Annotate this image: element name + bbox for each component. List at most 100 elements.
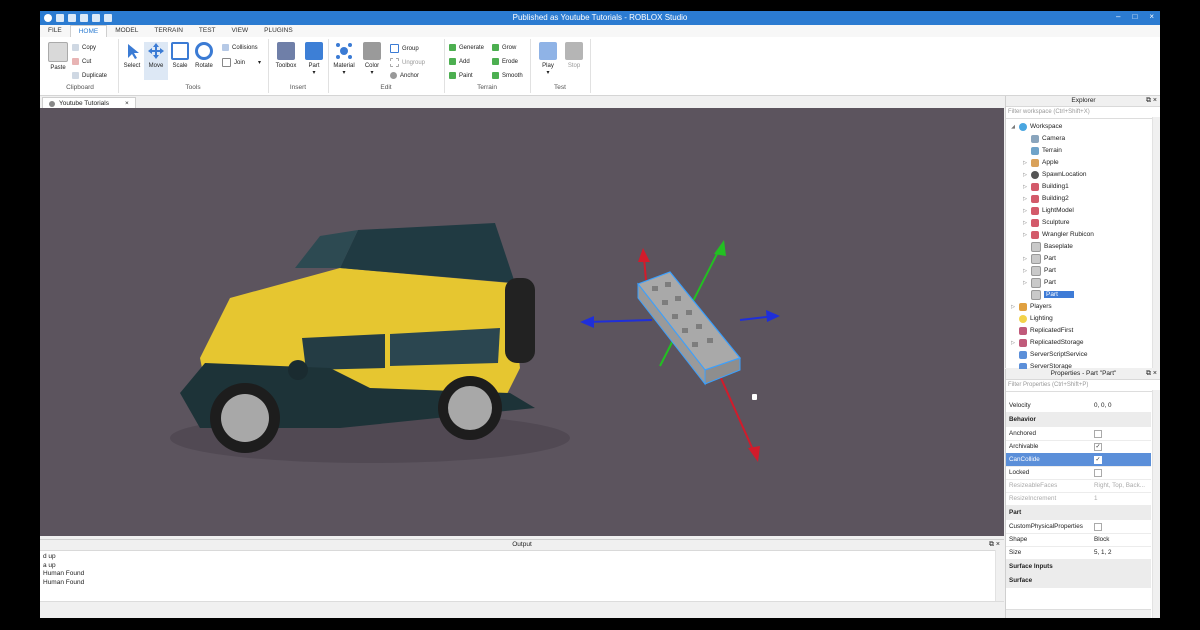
tab-terrain[interactable]: TERRAIN [146, 25, 191, 37]
expand-arrow-icon[interactable]: ▷ [1010, 340, 1016, 346]
expand-arrow-icon[interactable]: ▷ [1022, 196, 1028, 202]
expand-arrow-icon[interactable]: ▷ [1022, 256, 1028, 262]
stop-button[interactable]: Stop [562, 42, 586, 69]
tree-item-apple[interactable]: ▷ Apple [1022, 157, 1059, 168]
output-scrollbar[interactable] [995, 550, 1004, 602]
jeep-model[interactable] [180, 223, 535, 453]
group-button[interactable]: Group [390, 44, 419, 53]
properties-filter-input[interactable]: Filter Properties (Ctrl+Shift+P) [1006, 380, 1160, 392]
toolbox-button[interactable]: Toolbox [274, 42, 298, 69]
property-category-part[interactable]: Part [1006, 506, 1151, 520]
minimize-icon[interactable]: – [1116, 12, 1120, 21]
collapse-arrow-icon[interactable]: ◢ [1010, 124, 1016, 130]
tab-file[interactable]: FILE [40, 25, 70, 37]
command-bar[interactable] [40, 601, 1004, 618]
expand-arrow-icon[interactable]: ▷ [1022, 208, 1028, 214]
join-dropdown-icon[interactable]: ▾ [258, 59, 261, 66]
property-row-velocity[interactable]: Velocity 0, 0, 0 [1006, 399, 1151, 413]
customphysicalproperties-checkbox[interactable] [1094, 523, 1102, 531]
part-button[interactable]: Part ▾ [302, 42, 326, 76]
tab-view[interactable]: VIEW [224, 25, 257, 37]
explorer-filter-input[interactable]: Filter workspace (Ctrl+Shift+X) [1006, 107, 1160, 119]
tab-test[interactable]: TEST [191, 25, 224, 37]
tree-item-serverscriptservice[interactable]: ServerScriptService [1010, 349, 1087, 360]
play-button[interactable]: Play ▾ [536, 42, 560, 76]
play-dropdown-icon[interactable]: ▾ [536, 69, 560, 76]
tab-home[interactable]: HOME [69, 25, 108, 37]
tree-item-players[interactable]: ▷ Players [1010, 301, 1052, 312]
tree-item-part-selected[interactable]: Part [1022, 289, 1074, 300]
tree-item-part[interactable]: ▷ Part [1022, 265, 1056, 276]
tree-item-spawnlocation[interactable]: ▷ SpawnLocation [1022, 169, 1086, 180]
color-dropdown-icon[interactable]: ▾ [360, 69, 384, 76]
pin-icon[interactable]: ⧉ [989, 541, 994, 548]
archivable-checkbox[interactable]: ✓ [1094, 443, 1102, 451]
tree-item-workspace[interactable]: ◢ Workspace [1010, 121, 1062, 132]
material-button[interactable]: Material ▾ [332, 42, 356, 76]
tree-item-lighting[interactable]: Lighting [1010, 313, 1053, 324]
move-button[interactable]: Move [144, 42, 168, 80]
property-row-shape[interactable]: Shape Block [1006, 533, 1151, 547]
property-row-cancollide[interactable]: CanCollide ✓ [1006, 453, 1151, 467]
expand-arrow-icon[interactable]: ▷ [1022, 268, 1028, 274]
copy-button[interactable]: Copy [72, 44, 96, 51]
property-category-surface-inputs[interactable]: Surface Inputs [1006, 560, 1151, 574]
property-category-behavior[interactable]: Behavior [1006, 413, 1151, 427]
tree-item-terrain[interactable]: Terrain [1022, 145, 1062, 156]
expand-arrow-icon[interactable]: ▷ [1010, 304, 1016, 310]
add-button[interactable]: Add [449, 58, 470, 65]
cancollide-checkbox[interactable]: ✓ [1094, 456, 1102, 464]
3d-viewport[interactable] [40, 108, 1004, 536]
expand-arrow-icon[interactable]: ▷ [1022, 172, 1028, 178]
tree-item-sculpture[interactable]: ▷ Sculpture [1022, 217, 1069, 228]
cut-button[interactable]: Cut [72, 58, 91, 65]
material-dropdown-icon[interactable]: ▾ [332, 69, 356, 76]
close-icon[interactable]: × [1149, 12, 1154, 21]
expand-arrow-icon[interactable]: ▷ [1022, 220, 1028, 226]
tree-item-wrangler-rubicon[interactable]: ▷ Wrangler Rubicon [1022, 229, 1094, 240]
anchored-checkbox[interactable] [1094, 430, 1102, 438]
expand-arrow-icon[interactable]: ▷ [1022, 160, 1028, 166]
locked-checkbox[interactable] [1094, 469, 1102, 477]
scale-button[interactable]: Scale [168, 42, 192, 69]
select-button[interactable]: Select [120, 42, 144, 69]
tree-item-replicatedstorage[interactable]: ▷ ReplicatedStorage [1010, 337, 1083, 348]
color-button[interactable]: Color ▾ [360, 42, 384, 76]
part-dropdown-icon[interactable]: ▾ [302, 69, 326, 76]
properties-horizontal-scrollbar[interactable] [1006, 609, 1151, 618]
tree-item-lightmodel[interactable]: ▷ LightModel [1022, 205, 1074, 216]
generate-button[interactable]: Generate [449, 44, 484, 51]
paint-button[interactable]: Paint [449, 72, 473, 79]
grow-button[interactable]: Grow [492, 44, 516, 51]
explorer-scrollbar[interactable] [1152, 117, 1160, 368]
duplicate-button[interactable]: Duplicate [72, 72, 107, 79]
close-output-icon[interactable]: × [996, 541, 1000, 548]
maximize-icon[interactable]: □ [1132, 12, 1137, 21]
join-button[interactable]: Join ▾ [222, 58, 261, 67]
tab-model[interactable]: MODEL [107, 25, 146, 37]
move-gizmo[interactable] [580, 240, 780, 462]
expand-arrow-icon[interactable]: ▷ [1022, 184, 1028, 190]
tree-item-camera[interactable]: Camera [1022, 133, 1065, 144]
erode-button[interactable]: Erode [492, 58, 518, 65]
tree-item-building1[interactable]: ▷ Building1 [1022, 181, 1069, 192]
tree-item-part[interactable]: ▷ Part [1022, 277, 1056, 288]
rotate-button[interactable]: Rotate [192, 42, 216, 69]
property-category-surface[interactable]: Surface [1006, 574, 1151, 588]
expand-arrow-icon[interactable]: ▷ [1022, 280, 1028, 286]
pin-icon[interactable]: ⧉ [1146, 370, 1151, 377]
ungroup-button[interactable]: Ungroup [390, 58, 425, 67]
tree-item-building2[interactable]: ▷ Building2 [1022, 193, 1069, 204]
tree-item-part[interactable]: ▷ Part [1022, 253, 1056, 264]
collisions-button[interactable]: Collisions [222, 44, 258, 51]
close-explorer-icon[interactable]: × [1153, 97, 1157, 104]
property-row-anchored[interactable]: Anchored [1006, 427, 1151, 441]
property-row-archivable[interactable]: Archivable ✓ [1006, 440, 1151, 454]
tree-item-baseplate[interactable]: Baseplate [1022, 241, 1073, 252]
pin-icon[interactable]: ⧉ [1146, 97, 1151, 104]
close-properties-icon[interactable]: × [1153, 370, 1157, 377]
tree-item-replicatedfirst[interactable]: ReplicatedFirst [1010, 325, 1073, 336]
property-row-size[interactable]: Size 5, 1, 2 [1006, 546, 1151, 560]
expand-arrow-icon[interactable]: ▷ [1022, 232, 1028, 238]
properties-scrollbar[interactable] [1152, 390, 1160, 618]
